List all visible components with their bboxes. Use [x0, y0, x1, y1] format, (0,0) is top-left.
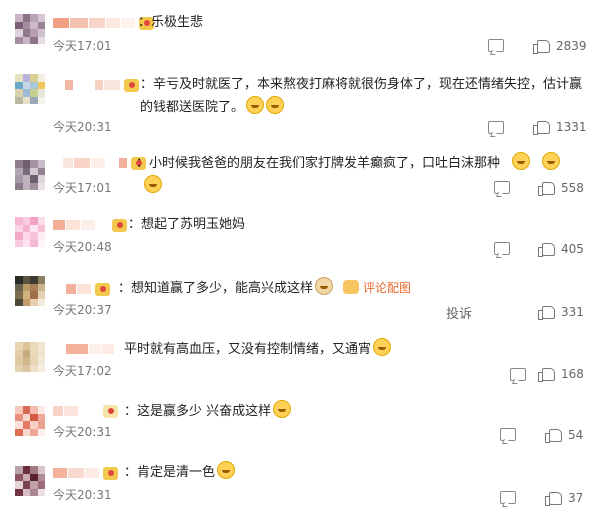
timestamp: 今天17:01	[53, 39, 112, 53]
like-button[interactable]: 1331	[533, 119, 587, 135]
like-button[interactable]: 2839	[533, 38, 587, 54]
thumb-up-icon	[545, 428, 562, 443]
username[interactable]	[53, 342, 115, 356]
timestamp: 今天20:31	[53, 120, 112, 134]
username[interactable]	[53, 466, 118, 480]
laugh-emoji-icon	[217, 461, 236, 479]
avatar[interactable]	[15, 276, 45, 306]
comment-text: ：想起了苏明玉她妈	[128, 217, 246, 232]
comment-text: ：乐极生悲	[138, 15, 204, 30]
reply-icon[interactable]	[510, 368, 526, 381]
comment-item: ：想起了苏明玉她妈 今天20:48 405	[0, 202, 600, 262]
member-badge-icon	[95, 282, 110, 296]
laugh-emoji-icon	[266, 96, 285, 114]
like-count: 2839	[556, 39, 587, 53]
thumb-up-icon	[545, 491, 562, 506]
member-badge-icon	[124, 78, 139, 92]
avatar[interactable]	[15, 217, 45, 247]
username[interactable]	[53, 156, 146, 170]
laugh-emoji-icon	[246, 96, 265, 114]
timestamp: 今天20:37	[53, 303, 112, 317]
like-count: 331	[561, 305, 584, 319]
thumb-up-icon	[538, 181, 555, 196]
like-count: 558	[561, 181, 584, 195]
comment-item: ：这是赢多少 兴奋成这样 今天20:31 54	[0, 394, 600, 458]
thumb-up-icon	[538, 305, 555, 320]
like-button[interactable]: 331	[538, 304, 584, 320]
avatar[interactable]	[15, 14, 45, 44]
reply-icon[interactable]	[488, 39, 504, 52]
member-badge-icon	[103, 466, 118, 480]
like-count: 405	[561, 242, 584, 256]
timestamp: 今天20:48	[53, 240, 112, 254]
comment-item: ：小时候我爸爸的朋友在我们家打牌发羊癫疯了，口吐白沫那种 今天17:01 558	[0, 142, 600, 202]
member-badge-icon	[112, 218, 127, 232]
angel-emoji-icon	[542, 152, 561, 170]
reply-icon[interactable]	[494, 181, 510, 194]
username[interactable]	[53, 218, 127, 232]
comment-text: ：辛亏及时就医了，本来熬夜打麻将就很伤身体了，现在还情绪失控，估计赢的钱都送医院…	[140, 77, 583, 115]
like-count: 168	[561, 367, 584, 381]
thumb-up-icon	[538, 367, 555, 382]
like-button[interactable]: 54	[545, 427, 584, 443]
comment-text: ：这是赢多少 兴奋成这样	[124, 400, 582, 423]
timestamp: 今天20:31	[53, 488, 112, 502]
member-badge-icon	[103, 404, 118, 418]
like-count: 1331	[556, 120, 587, 134]
timestamp: 今天17:01	[53, 181, 112, 195]
username[interactable]	[53, 404, 118, 418]
like-button[interactable]: 168	[538, 366, 584, 382]
comment-item: ：乐极生悲 今天17:01 2839	[0, 0, 600, 62]
comment-text: ：想知道赢了多少，能高兴成这样 评论配图	[118, 277, 582, 300]
laugh-emoji-icon	[373, 338, 392, 356]
comment-item: ：辛亏及时就医了，本来熬夜打麻将就很伤身体了，现在还情绪失控，估计赢的钱都送医院…	[0, 62, 600, 142]
like-count: 54	[568, 428, 584, 442]
laugh-emoji-icon	[273, 400, 292, 418]
doge-emoji-icon	[315, 277, 334, 295]
timestamp: 今天20:31	[53, 425, 112, 439]
avatar[interactable]	[15, 160, 45, 190]
comment-item: ：肯定是清一色 今天20:31 37	[0, 458, 600, 521]
complain-link[interactable]: 投诉	[446, 303, 472, 322]
reply-icon[interactable]	[488, 121, 504, 134]
username[interactable]	[53, 282, 110, 296]
timestamp: 今天17:02	[53, 364, 112, 378]
like-button[interactable]: 405	[538, 241, 584, 257]
thumb-up-icon	[538, 242, 555, 257]
like-button[interactable]: 558	[538, 180, 584, 196]
thumb-up-icon	[533, 120, 550, 135]
reply-icon[interactable]	[494, 242, 510, 255]
comment-text: 平时就有高血压，又没有控制情绪，又通宵	[124, 338, 582, 361]
angel-emoji-icon	[512, 152, 531, 170]
image-icon	[343, 280, 360, 294]
avatar[interactable]	[15, 466, 45, 496]
comment-text: ：小时候我爸爸的朋友在我们家打牌发羊癫疯了，口吐白沫那种	[136, 152, 582, 198]
comment-item: 平时就有高血压，又没有控制情绪，又通宵 今天17:02 168	[0, 330, 600, 394]
reply-icon[interactable]	[500, 491, 516, 504]
avatar[interactable]	[15, 406, 45, 436]
comment-item: ：想知道赢了多少，能高兴成这样 评论配图 投诉 今天20:37 331	[0, 262, 600, 330]
like-button[interactable]: 37	[545, 490, 584, 506]
comment-text: ：肯定是清一色	[124, 461, 582, 484]
avatar[interactable]	[15, 74, 45, 104]
reply-icon[interactable]	[500, 428, 516, 441]
avatar[interactable]	[15, 342, 45, 372]
comment-image-link[interactable]: 评论配图	[343, 280, 411, 295]
username[interactable]	[53, 78, 139, 92]
thumb-up-icon	[533, 39, 550, 54]
like-count: 37	[568, 491, 584, 505]
angel-emoji-icon	[144, 175, 162, 193]
